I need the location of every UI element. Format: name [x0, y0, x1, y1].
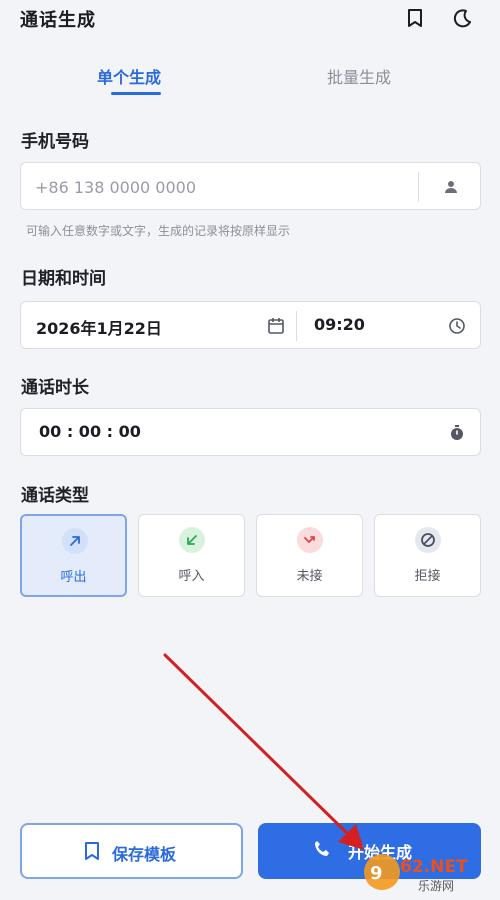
tab-batch[interactable]: 批量生成 [327, 64, 391, 88]
phone-input[interactable] [35, 175, 415, 199]
datetime-field: 2026年1月22日 09:20 [20, 301, 481, 349]
duration-label: 通话时长 [21, 378, 89, 398]
call-type-label: 通话类型 [21, 486, 89, 506]
moon-icon[interactable] [450, 6, 474, 30]
stopwatch-icon[interactable] [445, 421, 469, 445]
call-type-incoming-label: 呼入 [178, 569, 205, 584]
save-template-label: 保存模板 [112, 845, 177, 864]
mode-tabs: 单个生成 批量生成 [0, 58, 500, 98]
bookmark-icon[interactable] [403, 6, 427, 30]
outgoing-arrow-icon [62, 528, 88, 554]
svg-text:乐游网: 乐游网 [418, 879, 454, 893]
save-template-button[interactable]: 保存模板 [20, 823, 243, 879]
missed-call-icon [297, 527, 323, 553]
block-icon [415, 527, 441, 553]
app-header: 通话生成 [0, 0, 500, 40]
phone-label: 手机号码 [21, 132, 89, 152]
duration-field: 00 : 00 : 00 [20, 408, 481, 456]
calendar-icon[interactable] [264, 314, 288, 338]
tab-active-indicator [111, 92, 161, 95]
watermark-logo: 9 62.NET 乐游网 [360, 848, 495, 896]
call-type-rejected-label: 拒接 [414, 569, 441, 584]
call-type-outgoing-label: 呼出 [60, 570, 87, 585]
datetime-label: 日期和时间 [21, 269, 106, 289]
field-divider [418, 172, 419, 202]
tab-single[interactable]: 单个生成 [97, 64, 161, 88]
date-value[interactable]: 2026年1月22日 [36, 315, 162, 339]
call-type-missed[interactable]: 未接 [256, 514, 363, 597]
phone-field [20, 162, 481, 210]
app-screen: 通话生成 单个生成 批量生成 手机号码 可输入任意数字或文字，生成的记录将按原样… [0, 0, 500, 900]
datetime-divider [296, 311, 297, 341]
call-type-missed-label: 未接 [296, 569, 323, 584]
page-title: 通话生成 [20, 10, 96, 31]
call-type-rejected[interactable]: 拒接 [374, 514, 481, 597]
clock-icon[interactable] [445, 314, 469, 338]
phone-icon [312, 839, 332, 863]
svg-text:62.NET: 62.NET [400, 857, 468, 877]
phone-hint: 可输入任意数字或文字，生成的记录将按原样显示 [26, 224, 291, 238]
svg-text:9: 9 [370, 863, 383, 884]
duration-value[interactable]: 00 : 00 : 00 [39, 422, 141, 441]
contact-icon[interactable] [439, 175, 463, 199]
time-value[interactable]: 09:20 [314, 315, 365, 334]
call-type-incoming[interactable]: 呼入 [138, 514, 245, 597]
call-type-outgoing[interactable]: 呼出 [20, 514, 127, 597]
incoming-arrow-icon [179, 527, 205, 553]
bookmark-icon [84, 841, 100, 865]
